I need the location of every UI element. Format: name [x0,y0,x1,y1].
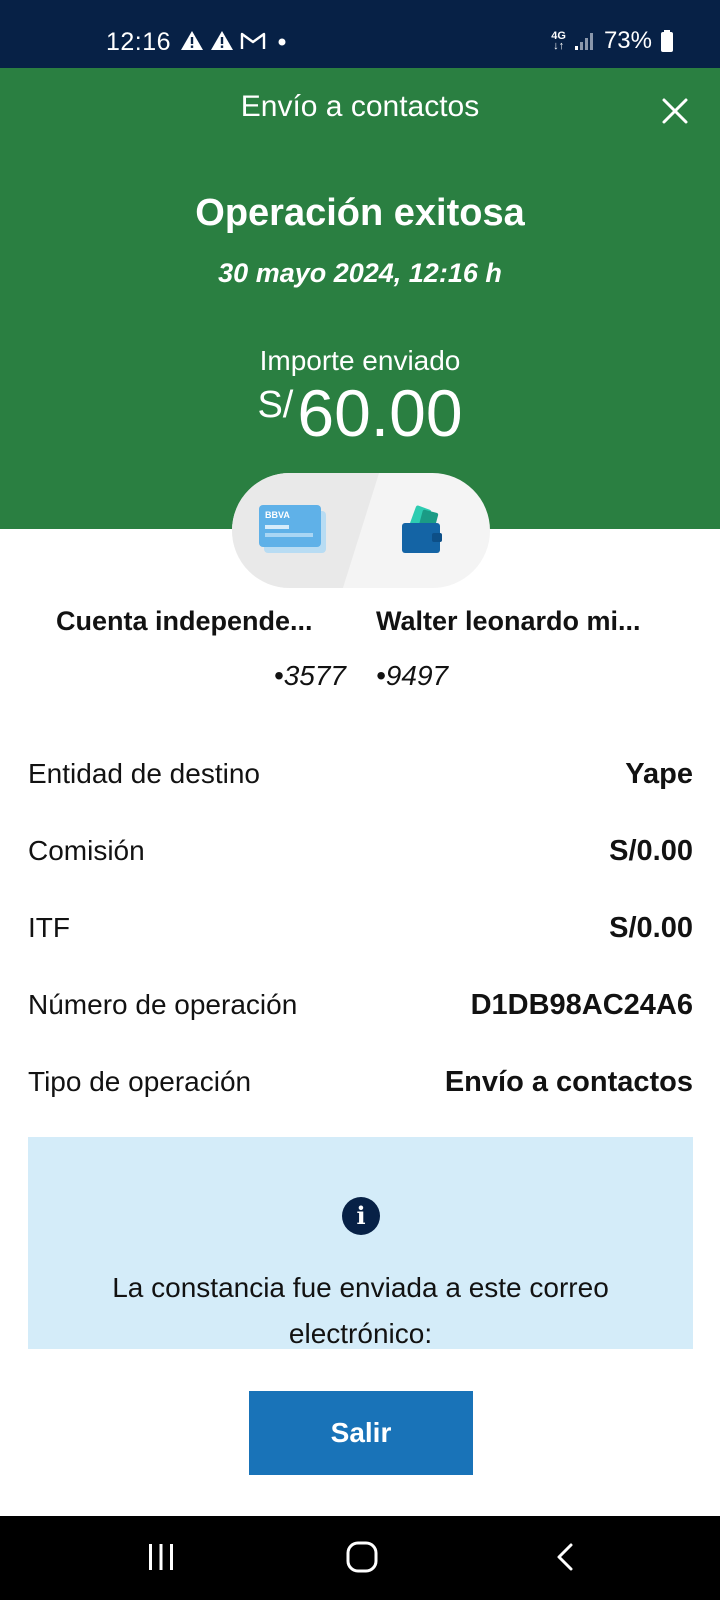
info-icon: i [342,1197,380,1235]
wallet-icon [402,505,442,553]
success-header: Envío a contactos Operación exitosa 30 m… [0,68,720,529]
detail-label: Tipo de operación [28,1066,252,1097]
detail-label: Número de operación [28,989,298,1020]
destination-account-name: Walter leonardo mi... [376,606,641,636]
transfer-illustration: BBVA [232,473,490,588]
detail-row-entity: Entidad de destino Yape [28,754,693,794]
amount-currency: S/ [257,384,294,426]
gmail-icon [240,32,266,49]
detail-value: D1DB98AC24A6 [470,988,693,1021]
status-time: 12:16 [106,28,172,56]
page-title: Envío a contactos [240,90,480,123]
back-icon[interactable] [552,1542,578,1572]
status-right: 4G ↓↑ 73% [551,27,674,55]
svg-text:BBVA: BBVA [265,510,290,520]
close-icon[interactable] [660,96,690,126]
detail-row-itf: ITF S/0.00 [28,908,693,948]
signal-icon [574,33,593,50]
detail-value: S/0.00 [609,834,693,867]
exit-button[interactable]: Salir [249,1391,473,1475]
card-icon: BBVA [259,505,326,553]
amount-display: S/ 60.00 [0,374,720,453]
operation-date: 30 mayo 2024, 12:16 h [218,258,502,288]
origin-account-number: •3577 [273,660,346,691]
battery-percent: 73% [603,27,652,54]
detail-label: Comisión [28,835,145,866]
info-box: i La constancia fue enviada a este corre… [28,1137,693,1349]
network-type: 4G ↓↑ [551,30,566,52]
detail-value: Yape [625,757,693,790]
detail-label: ITF [28,912,70,943]
detail-row-operation-type: Tipo de operación Envío a contactos [28,1062,693,1102]
detail-value: Envío a contactos [444,1065,693,1098]
detail-row-operation-number: Número de operación D1DB98AC24A6 [28,985,693,1025]
origin-account-name: Cuenta independe... [56,606,313,636]
recent-apps-icon[interactable] [146,1542,176,1572]
warning-icon [211,31,233,50]
notification-icons [180,30,288,51]
system-nav-bar [0,1516,720,1600]
info-text: La constancia fue enviada a este correo … [112,1272,609,1349]
home-icon[interactable] [345,1540,379,1574]
battery-icon [661,30,673,52]
amount-value: 60.00 [297,376,463,450]
success-title: Operación exitosa [195,192,525,234]
detail-label: Entidad de destino [28,758,260,789]
detail-row-commission: Comisión S/0.00 [28,831,693,871]
warning-icon [181,31,203,50]
status-bar: 12:16 4G ↓↑ 73% [0,0,720,68]
detail-value: S/0.00 [609,911,693,944]
amount-label: Importe enviado [259,345,461,376]
dot-icon [278,38,286,45]
destination-account-number: •9497 [376,660,449,691]
